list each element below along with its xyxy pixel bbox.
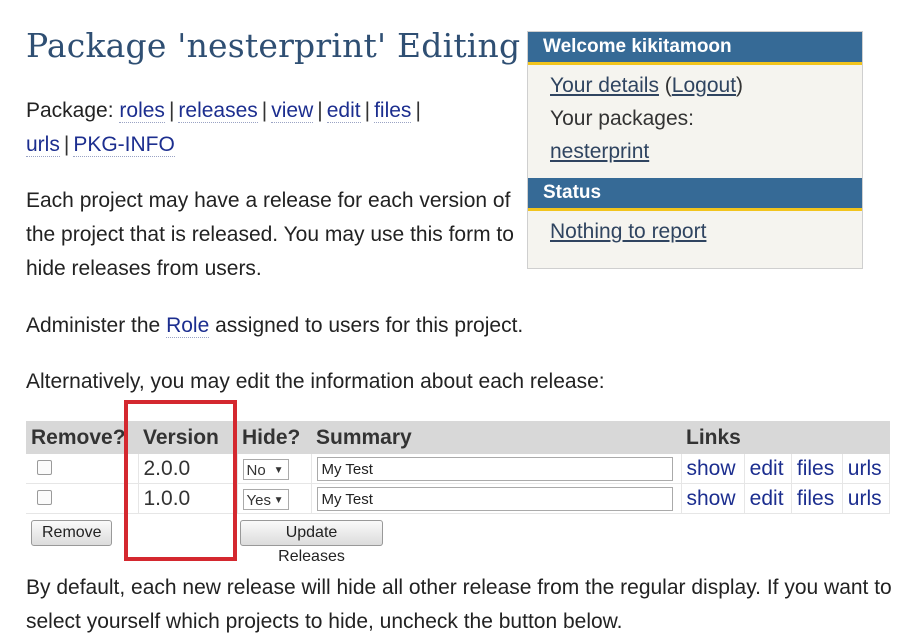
files-link[interactable]: files [797,487,834,510]
links-cell: show [681,483,745,514]
welcome-body: Your details (Logout) Your packages: nes… [528,65,862,174]
intro-paragraph: Each project may have a release for each… [26,189,514,280]
summary-input[interactable] [316,457,673,482]
details-line: Your details (Logout) [550,74,744,97]
nav-link-pkg-info[interactable]: PKG-INFO [73,133,175,157]
urls-link[interactable]: urls [848,457,882,480]
links-cell: edit [744,483,792,514]
status-link[interactable]: Nothing to report [550,220,706,243]
nav-link-roles[interactable]: roles [119,99,165,123]
user-sidebar: Welcome kikitamoon Your details (Logout)… [527,31,863,269]
hide-select-value: Yes [246,491,271,509]
package-nav-label: Package: [26,99,114,122]
nav-link-view[interactable]: view [271,99,314,123]
hide-select-value: No [246,461,266,479]
hide-select[interactable]: Yes ▼ [242,488,289,510]
links-cell: show [681,454,745,484]
show-link[interactable]: show [687,457,736,480]
status-body: Nothing to report [528,211,862,254]
nav-link-files[interactable]: files [374,99,412,123]
alternative-paragraph: Alternatively, you may edit the informat… [26,370,605,393]
links-cell: urls [842,454,891,484]
edit-link[interactable]: edit [750,457,784,480]
summary-cell [311,483,682,514]
logout-link[interactable]: Logout [672,74,736,97]
welcome-heading: Welcome kikitamoon [528,32,862,65]
header-summary: Summary [311,421,681,454]
header-links: Links [681,421,890,454]
nav-separator: | [364,99,371,122]
urls-link[interactable]: urls [848,487,882,510]
role-text-after: assigned to users for this project. [209,314,524,337]
role-link[interactable]: Role [166,314,210,338]
remove-cell [26,483,139,514]
nav-separator: | [63,133,70,156]
package-link-nesterprint[interactable]: nesterprint [550,140,649,163]
package-nav: Package: roles | releases | view | edit | files |… [26,94,496,162]
links-cell: edit [744,454,792,484]
remove-checkbox[interactable] [37,459,52,475]
nav-link-edit[interactable]: edit [326,99,361,123]
page-title: Package 'nesterprint' Editing [26,26,521,65]
bottom-paragraph: By default, each new release will hide a… [26,576,892,633]
nav-separator: | [317,99,323,122]
update-releases-button[interactable]: Update Releases [240,520,383,565]
links-cell: files [791,454,843,484]
nav-separator: | [261,99,268,122]
remove-cell [26,454,139,484]
links-cell: files [791,483,843,514]
dropdown-arrow-icon: ▼ [273,494,284,506]
status-heading: Status [528,178,862,211]
dropdown-arrow-icon: ▼ [273,464,284,476]
links-cell: urls [842,483,891,514]
version-highlight-box [124,400,237,561]
summary-input[interactable] [316,487,673,512]
role-text-before: Administer the [26,314,167,337]
header-hide: Hide? [237,421,311,454]
hide-cell: No ▼ [237,454,312,484]
summary-cell [311,454,682,484]
nav-separator: | [415,99,421,122]
your-details-link[interactable]: Your details [550,74,659,97]
remove-button[interactable]: Remove [31,520,112,546]
nav-separator: | [168,99,175,122]
files-link[interactable]: files [797,457,834,480]
nav-link-releases[interactable]: releases [178,99,258,123]
show-link[interactable]: show [687,487,736,510]
your-packages-label: Your packages: [550,107,694,130]
header-remove: Remove? [26,421,138,454]
role-paragraph: Administer the Role assigned to users fo… [26,309,626,343]
edit-link[interactable]: edit [750,487,784,510]
hide-cell: Yes ▼ [237,483,312,514]
nav-link-urls[interactable]: urls [26,133,60,157]
remove-checkbox[interactable] [37,489,52,505]
hide-select[interactable]: No ▼ [242,458,289,480]
